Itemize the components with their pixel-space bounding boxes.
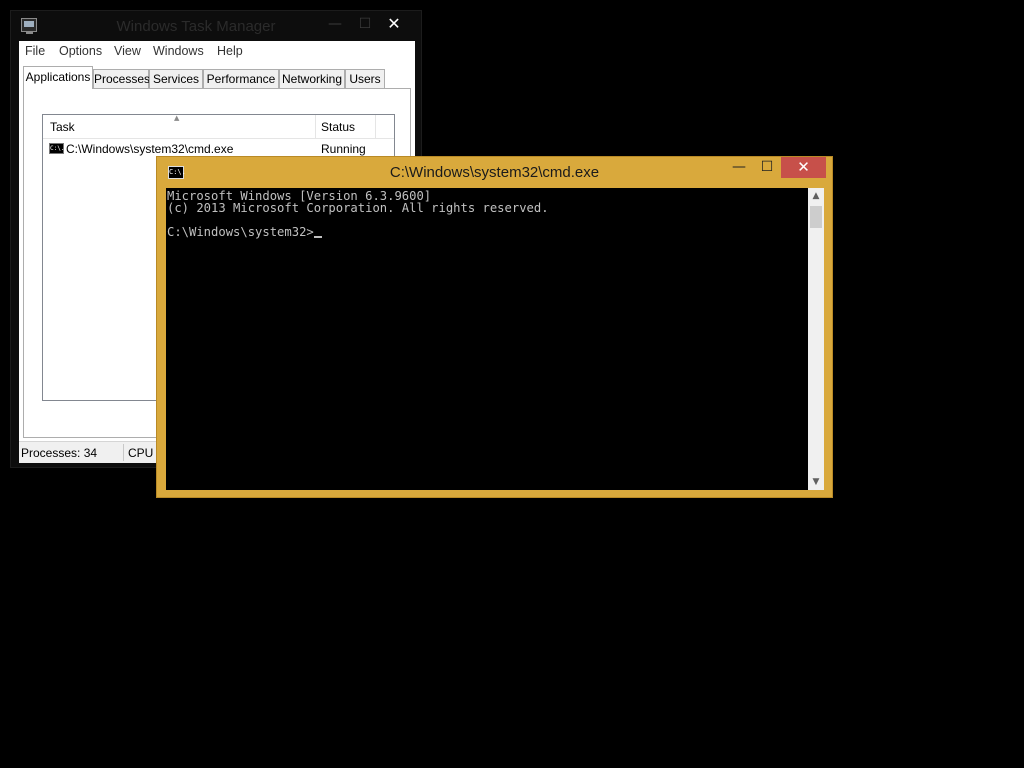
cmd-title: C:\Windows\system32\cmd.exe xyxy=(389,164,600,181)
menu-options[interactable]: Options xyxy=(59,44,102,58)
sort-ascending-icon: ▲ xyxy=(174,114,180,122)
scroll-thumb[interactable] xyxy=(810,206,822,228)
column-task[interactable]: Task xyxy=(50,120,75,134)
menu-windows[interactable]: Windows xyxy=(153,44,204,58)
process-count: Processes: 34 xyxy=(21,446,98,460)
scroll-up-arrow-icon[interactable]: ▲ xyxy=(808,188,824,204)
column-status[interactable]: Status xyxy=(321,120,355,134)
task-manager-icon xyxy=(21,18,37,34)
tab-performance[interactable]: Performance xyxy=(203,69,279,88)
text-cursor xyxy=(313,236,322,238)
menu-bar: File Options View Windows Help xyxy=(19,41,415,63)
minimize-button[interactable]: — xyxy=(725,157,753,178)
tab-processes[interactable]: Processes xyxy=(93,69,150,88)
console-line: (c) 2013 Microsoft Corporation. All righ… xyxy=(167,201,549,215)
close-button[interactable]: ✕ xyxy=(379,13,409,35)
close-button[interactable]: ✕ xyxy=(781,157,826,178)
task-name: C:\Windows\system32\cmd.exe xyxy=(66,142,234,156)
task-list-header: ▲ Task Status xyxy=(43,114,394,139)
maximize-button[interactable]: ☐ xyxy=(753,157,781,178)
task-manager-title: Windows Task Manager xyxy=(116,18,276,35)
tab-networking[interactable]: Networking xyxy=(279,69,345,88)
maximize-button[interactable]: ☐ xyxy=(350,13,380,35)
cmd-icon: C:\. xyxy=(168,166,186,179)
scroll-down-arrow-icon[interactable]: ▼ xyxy=(808,474,824,490)
cmd-icon: C:\. xyxy=(49,143,65,154)
minimize-button[interactable]: — xyxy=(320,13,350,35)
cmd-window[interactable]: C:\. C:\Windows\system32\cmd.exe — ☐ ✕ M… xyxy=(156,156,833,498)
menu-help[interactable]: Help xyxy=(217,44,243,58)
cmd-titlebar[interactable]: C:\. C:\Windows\system32\cmd.exe — ☐ ✕ xyxy=(157,157,832,188)
console-output[interactable]: Microsoft Windows [Version 6.3.9600] (c) … xyxy=(166,188,808,490)
column-separator[interactable] xyxy=(315,115,316,139)
console-prompt: C:\Windows\system32> xyxy=(167,225,314,239)
status-separator xyxy=(123,444,124,461)
task-status: Running xyxy=(321,142,366,156)
tab-applications[interactable]: Applications xyxy=(23,66,93,89)
column-separator[interactable] xyxy=(375,115,376,139)
menu-view[interactable]: View xyxy=(114,44,141,58)
tab-services[interactable]: Services xyxy=(149,69,203,88)
vertical-scrollbar[interactable]: ▲ ▼ xyxy=(808,188,824,490)
tab-users[interactable]: Users xyxy=(345,69,385,88)
menu-file[interactable]: File xyxy=(25,44,45,58)
task-manager-titlebar[interactable]: Windows Task Manager — ☐ ✕ xyxy=(11,11,421,41)
console-prompt-line: C:\Windows\system32> xyxy=(167,226,808,238)
